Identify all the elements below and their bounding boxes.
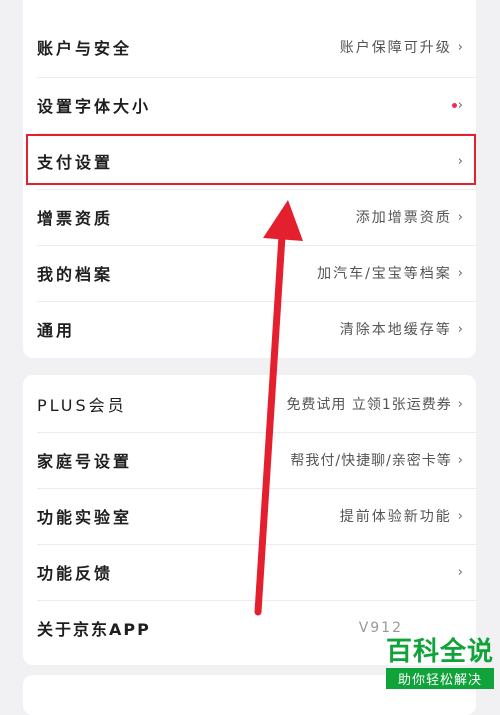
watermark: 百科全说 助你轻松解决 — [385, 637, 494, 689]
annotation-arrow — [254, 200, 303, 616]
watermark-subtitle: 助你轻松解决 — [385, 668, 494, 689]
watermark-title: 百科全说 — [385, 637, 494, 667]
